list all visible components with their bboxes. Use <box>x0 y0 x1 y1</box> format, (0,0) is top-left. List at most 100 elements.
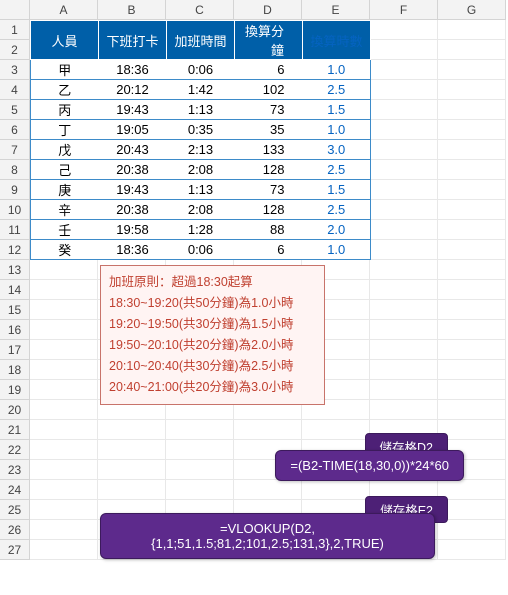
grid-cell[interactable] <box>438 520 506 540</box>
table-cell[interactable]: 2.0 <box>303 220 371 240</box>
row-header[interactable]: 26 <box>0 520 30 540</box>
table-cell[interactable]: 0:06 <box>167 60 235 80</box>
grid-cell[interactable] <box>370 180 438 200</box>
table-cell[interactable]: 丙 <box>31 100 99 120</box>
grid-cell[interactable] <box>30 340 98 360</box>
grid-cell[interactable] <box>234 480 302 500</box>
table-cell[interactable]: 20:43 <box>99 140 167 160</box>
grid-cell[interactable] <box>98 420 166 440</box>
grid-corner[interactable] <box>0 0 30 20</box>
row-header[interactable]: 5 <box>0 100 30 120</box>
grid-cell[interactable] <box>30 540 98 560</box>
table-cell[interactable]: 戊 <box>31 140 99 160</box>
grid-cell[interactable] <box>370 320 438 340</box>
grid-cell[interactable] <box>370 80 438 100</box>
row-header[interactable]: 7 <box>0 140 30 160</box>
grid-cell[interactable] <box>438 160 506 180</box>
grid-cell[interactable] <box>30 520 98 540</box>
table-cell[interactable]: 2:13 <box>167 140 235 160</box>
grid-cell[interactable] <box>438 360 506 380</box>
grid-cell[interactable] <box>438 240 506 260</box>
table-cell[interactable]: 1:42 <box>167 80 235 100</box>
table-cell[interactable]: 癸 <box>31 240 99 260</box>
grid-cell[interactable] <box>370 60 438 80</box>
grid-cell[interactable] <box>98 480 166 500</box>
grid-cell[interactable] <box>370 400 438 420</box>
table-cell[interactable]: 20:38 <box>99 200 167 220</box>
grid-cell[interactable] <box>166 480 234 500</box>
table-cell[interactable]: 乙 <box>31 80 99 100</box>
header-minutes[interactable]: 換算分鐘 <box>235 21 303 60</box>
table-cell[interactable]: 128 <box>235 160 303 180</box>
row-header[interactable]: 22 <box>0 440 30 460</box>
grid-cell[interactable] <box>438 380 506 400</box>
row-header[interactable]: 23 <box>0 460 30 480</box>
grid-cell[interactable] <box>438 260 506 280</box>
grid-cell[interactable] <box>370 20 438 40</box>
grid-cell[interactable] <box>438 60 506 80</box>
grid-cell[interactable] <box>98 460 166 480</box>
table-cell[interactable]: 1.0 <box>303 240 371 260</box>
grid-cell[interactable] <box>370 140 438 160</box>
table-cell[interactable]: 18:36 <box>99 60 167 80</box>
grid-cell[interactable] <box>370 300 438 320</box>
header-overtime[interactable]: 加班時間 <box>167 21 235 60</box>
table-cell[interactable]: 19:43 <box>99 180 167 200</box>
grid-cell[interactable] <box>30 260 98 280</box>
grid-cell[interactable] <box>438 540 506 560</box>
table-cell[interactable]: 6 <box>235 60 303 80</box>
grid-cell[interactable] <box>438 140 506 160</box>
row-header[interactable]: 12 <box>0 240 30 260</box>
table-cell[interactable]: 1:13 <box>167 180 235 200</box>
grid-cell[interactable] <box>438 320 506 340</box>
grid-cell[interactable] <box>370 340 438 360</box>
row-header[interactable]: 3 <box>0 60 30 80</box>
table-cell[interactable]: 102 <box>235 80 303 100</box>
table-cell[interactable]: 20:38 <box>99 160 167 180</box>
table-cell[interactable]: 2.5 <box>303 200 371 220</box>
row-header[interactable]: 2 <box>0 40 30 60</box>
header-hours[interactable]: 換算時數 <box>303 21 371 60</box>
table-cell[interactable]: 1:28 <box>167 220 235 240</box>
grid-cell[interactable] <box>98 440 166 460</box>
grid-cell[interactable] <box>370 260 438 280</box>
grid-cell[interactable] <box>438 220 506 240</box>
row-header[interactable]: 18 <box>0 360 30 380</box>
grid-cell[interactable] <box>166 440 234 460</box>
grid-cell[interactable] <box>30 420 98 440</box>
grid-cell[interactable] <box>370 120 438 140</box>
grid-cell[interactable] <box>438 400 506 420</box>
column-header[interactable]: E <box>302 0 370 20</box>
header-clockout[interactable]: 下班打卡 <box>99 21 167 60</box>
table-cell[interactable]: 0:35 <box>167 120 235 140</box>
table-cell[interactable]: 20:12 <box>99 80 167 100</box>
row-header[interactable]: 25 <box>0 500 30 520</box>
grid-cell[interactable] <box>438 280 506 300</box>
grid-cell[interactable] <box>438 480 506 500</box>
table-cell[interactable]: 1.0 <box>303 60 371 80</box>
grid-cell[interactable] <box>30 320 98 340</box>
table-cell[interactable]: 133 <box>235 140 303 160</box>
column-header[interactable]: A <box>30 0 98 20</box>
table-cell[interactable]: 己 <box>31 160 99 180</box>
table-cell[interactable]: 128 <box>235 200 303 220</box>
table-cell[interactable]: 2:08 <box>167 160 235 180</box>
table-cell[interactable]: 1.5 <box>303 180 371 200</box>
table-cell[interactable]: 19:43 <box>99 100 167 120</box>
row-header[interactable]: 14 <box>0 280 30 300</box>
table-cell[interactable]: 庚 <box>31 180 99 200</box>
grid-cell[interactable] <box>370 360 438 380</box>
grid-cell[interactable] <box>370 100 438 120</box>
column-header[interactable]: B <box>98 0 166 20</box>
table-cell[interactable]: 辛 <box>31 200 99 220</box>
row-header[interactable]: 21 <box>0 420 30 440</box>
column-header[interactable]: C <box>166 0 234 20</box>
grid-cell[interactable] <box>30 380 98 400</box>
grid-cell[interactable] <box>166 420 234 440</box>
table-cell[interactable]: 3.0 <box>303 140 371 160</box>
grid-cell[interactable] <box>370 200 438 220</box>
table-cell[interactable]: 壬 <box>31 220 99 240</box>
grid-cell[interactable] <box>438 20 506 40</box>
row-header[interactable]: 4 <box>0 80 30 100</box>
row-header[interactable]: 1 <box>0 20 30 40</box>
